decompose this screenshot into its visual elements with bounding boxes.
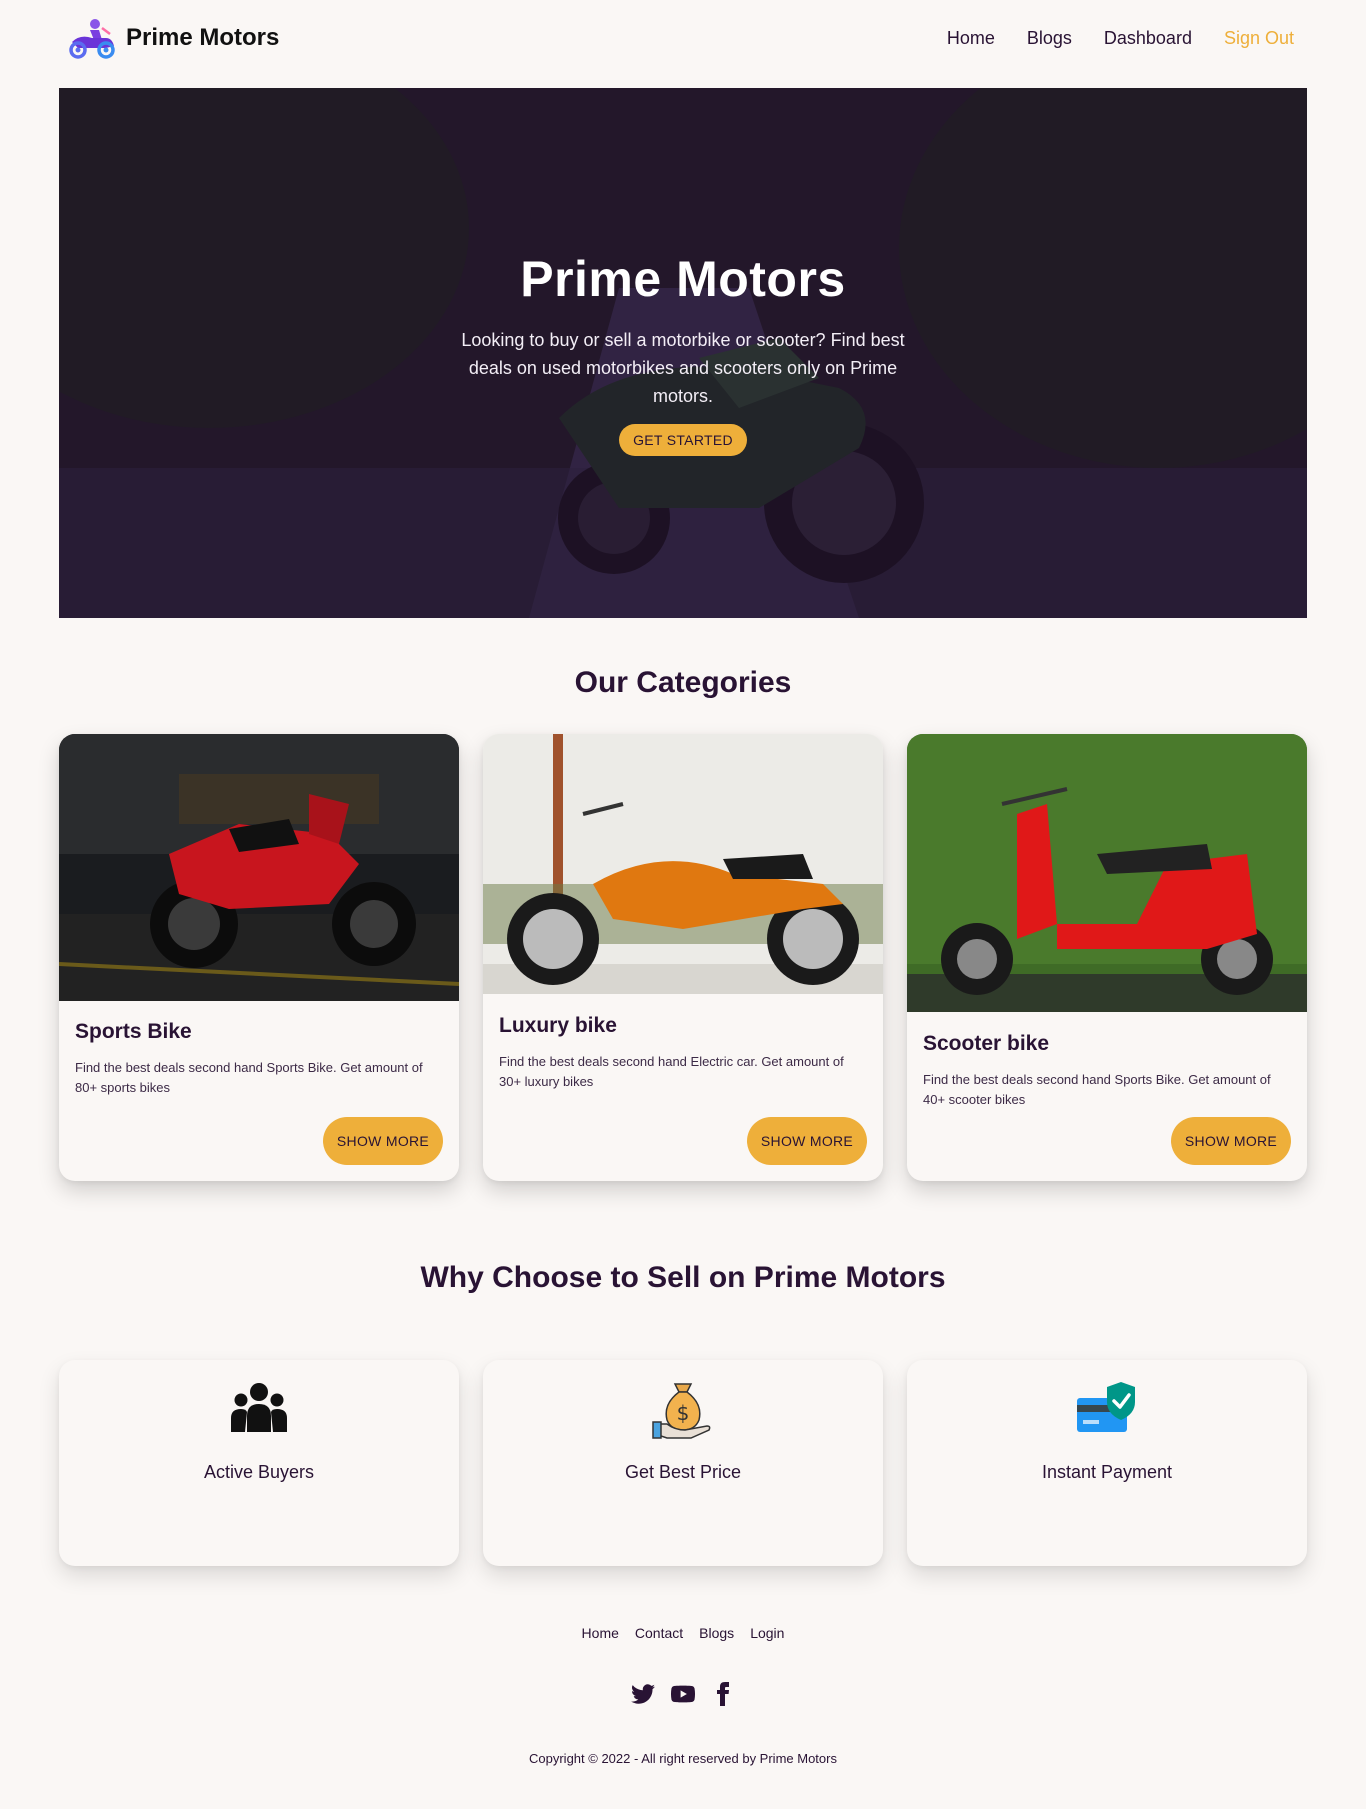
nav-blogs[interactable]: Blogs — [1027, 28, 1072, 49]
card-title: Sports Bike — [75, 1020, 192, 1043]
hero-banner: Prime Motors Looking to buy or sell a mo… — [59, 88, 1307, 618]
brand-name: Prime Motors — [126, 24, 280, 51]
card-title: Scooter bike — [923, 1032, 1050, 1055]
footer-links: Home Contact Blogs Login — [0, 1625, 1366, 1641]
card-body: Sports Bike Find the best deals second h… — [75, 1020, 443, 1098]
card-title: Luxury bike — [499, 1014, 617, 1037]
copyright-text: Copyright © 2022 - All right reserved by… — [529, 1751, 837, 1766]
feature-label: Active Buyers — [203, 1462, 315, 1482]
footer-login-link[interactable]: Login — [750, 1625, 784, 1641]
get-started-button[interactable]: GET STARTED — [619, 424, 747, 456]
hero-text: Looking to buy or sell a motorbike or sc… — [461, 330, 905, 406]
feature-card-best-price: $ Get Best Price — [483, 1360, 883, 1566]
show-more-button[interactable]: SHOW MORE — [1171, 1117, 1291, 1165]
luxury-bike-image — [483, 734, 883, 994]
nav-home[interactable]: Home — [947, 28, 995, 49]
card-description: Find the best deals second hand Electric… — [499, 1054, 844, 1089]
show-more-button[interactable]: SHOW MORE — [323, 1117, 443, 1165]
youtube-icon — [670, 1685, 696, 1703]
categories-title: Our Categories — [574, 666, 792, 699]
money-bag-hand-icon: $ — [652, 1383, 711, 1439]
navbar: Prime Motors Home Blogs Dashboard Sign O… — [0, 0, 1366, 76]
category-card-sports: Sports Bike Find the best deals second h… — [59, 734, 459, 1181]
sign-out-link[interactable]: Sign Out — [1224, 28, 1294, 49]
nav-dashboard[interactable]: Dashboard — [1104, 28, 1192, 49]
footer-blogs-link[interactable]: Blogs — [699, 1625, 734, 1641]
motorbike-rider-icon — [69, 19, 115, 59]
twitter-link[interactable] — [631, 1682, 655, 1711]
sports-bike-image — [59, 734, 459, 1001]
card-body: Luxury bike Find the best deals second h… — [499, 1014, 867, 1092]
svg-text:$: $ — [677, 1401, 690, 1425]
facebook-link[interactable] — [711, 1682, 735, 1711]
users-group-icon — [231, 1383, 287, 1432]
show-more-button[interactable]: SHOW MORE — [747, 1117, 867, 1165]
hero-title: Prime Motors — [520, 251, 846, 307]
brand-link[interactable]: Prime Motors — [66, 16, 279, 60]
feature-label: Get Best Price — [624, 1462, 742, 1482]
twitter-icon — [631, 1684, 655, 1704]
scooter-image — [907, 734, 1307, 1012]
category-card-luxury: Luxury bike Find the best deals second h… — [483, 734, 883, 1181]
category-card-scooter: Scooter bike Find the best deals second … — [907, 734, 1307, 1181]
footer-home-link[interactable]: Home — [582, 1625, 619, 1641]
feature-label: Instant Payment — [1041, 1462, 1173, 1482]
card-description: Find the best deals second hand Sports B… — [75, 1060, 423, 1095]
feature-card-instant-payment: Instant Payment — [907, 1360, 1307, 1566]
card-shield-icon — [1077, 1382, 1135, 1432]
youtube-link[interactable] — [670, 1682, 696, 1711]
footer-contact-link[interactable]: Contact — [635, 1625, 683, 1641]
hero-content: Prime Motors Looking to buy or sell a mo… — [59, 88, 1307, 618]
card-description: Find the best deals second hand Sports B… — [923, 1072, 1271, 1107]
nav-links: Home Blogs Dashboard Sign Out — [947, 28, 1302, 49]
social-links — [0, 1682, 1366, 1711]
card-body: Scooter bike Find the best deals second … — [923, 1032, 1291, 1110]
feature-card-active-buyers: Active Buyers — [59, 1360, 459, 1566]
why-title: Why Choose to Sell on Prime Motors — [420, 1261, 946, 1294]
facebook-icon — [717, 1682, 729, 1706]
